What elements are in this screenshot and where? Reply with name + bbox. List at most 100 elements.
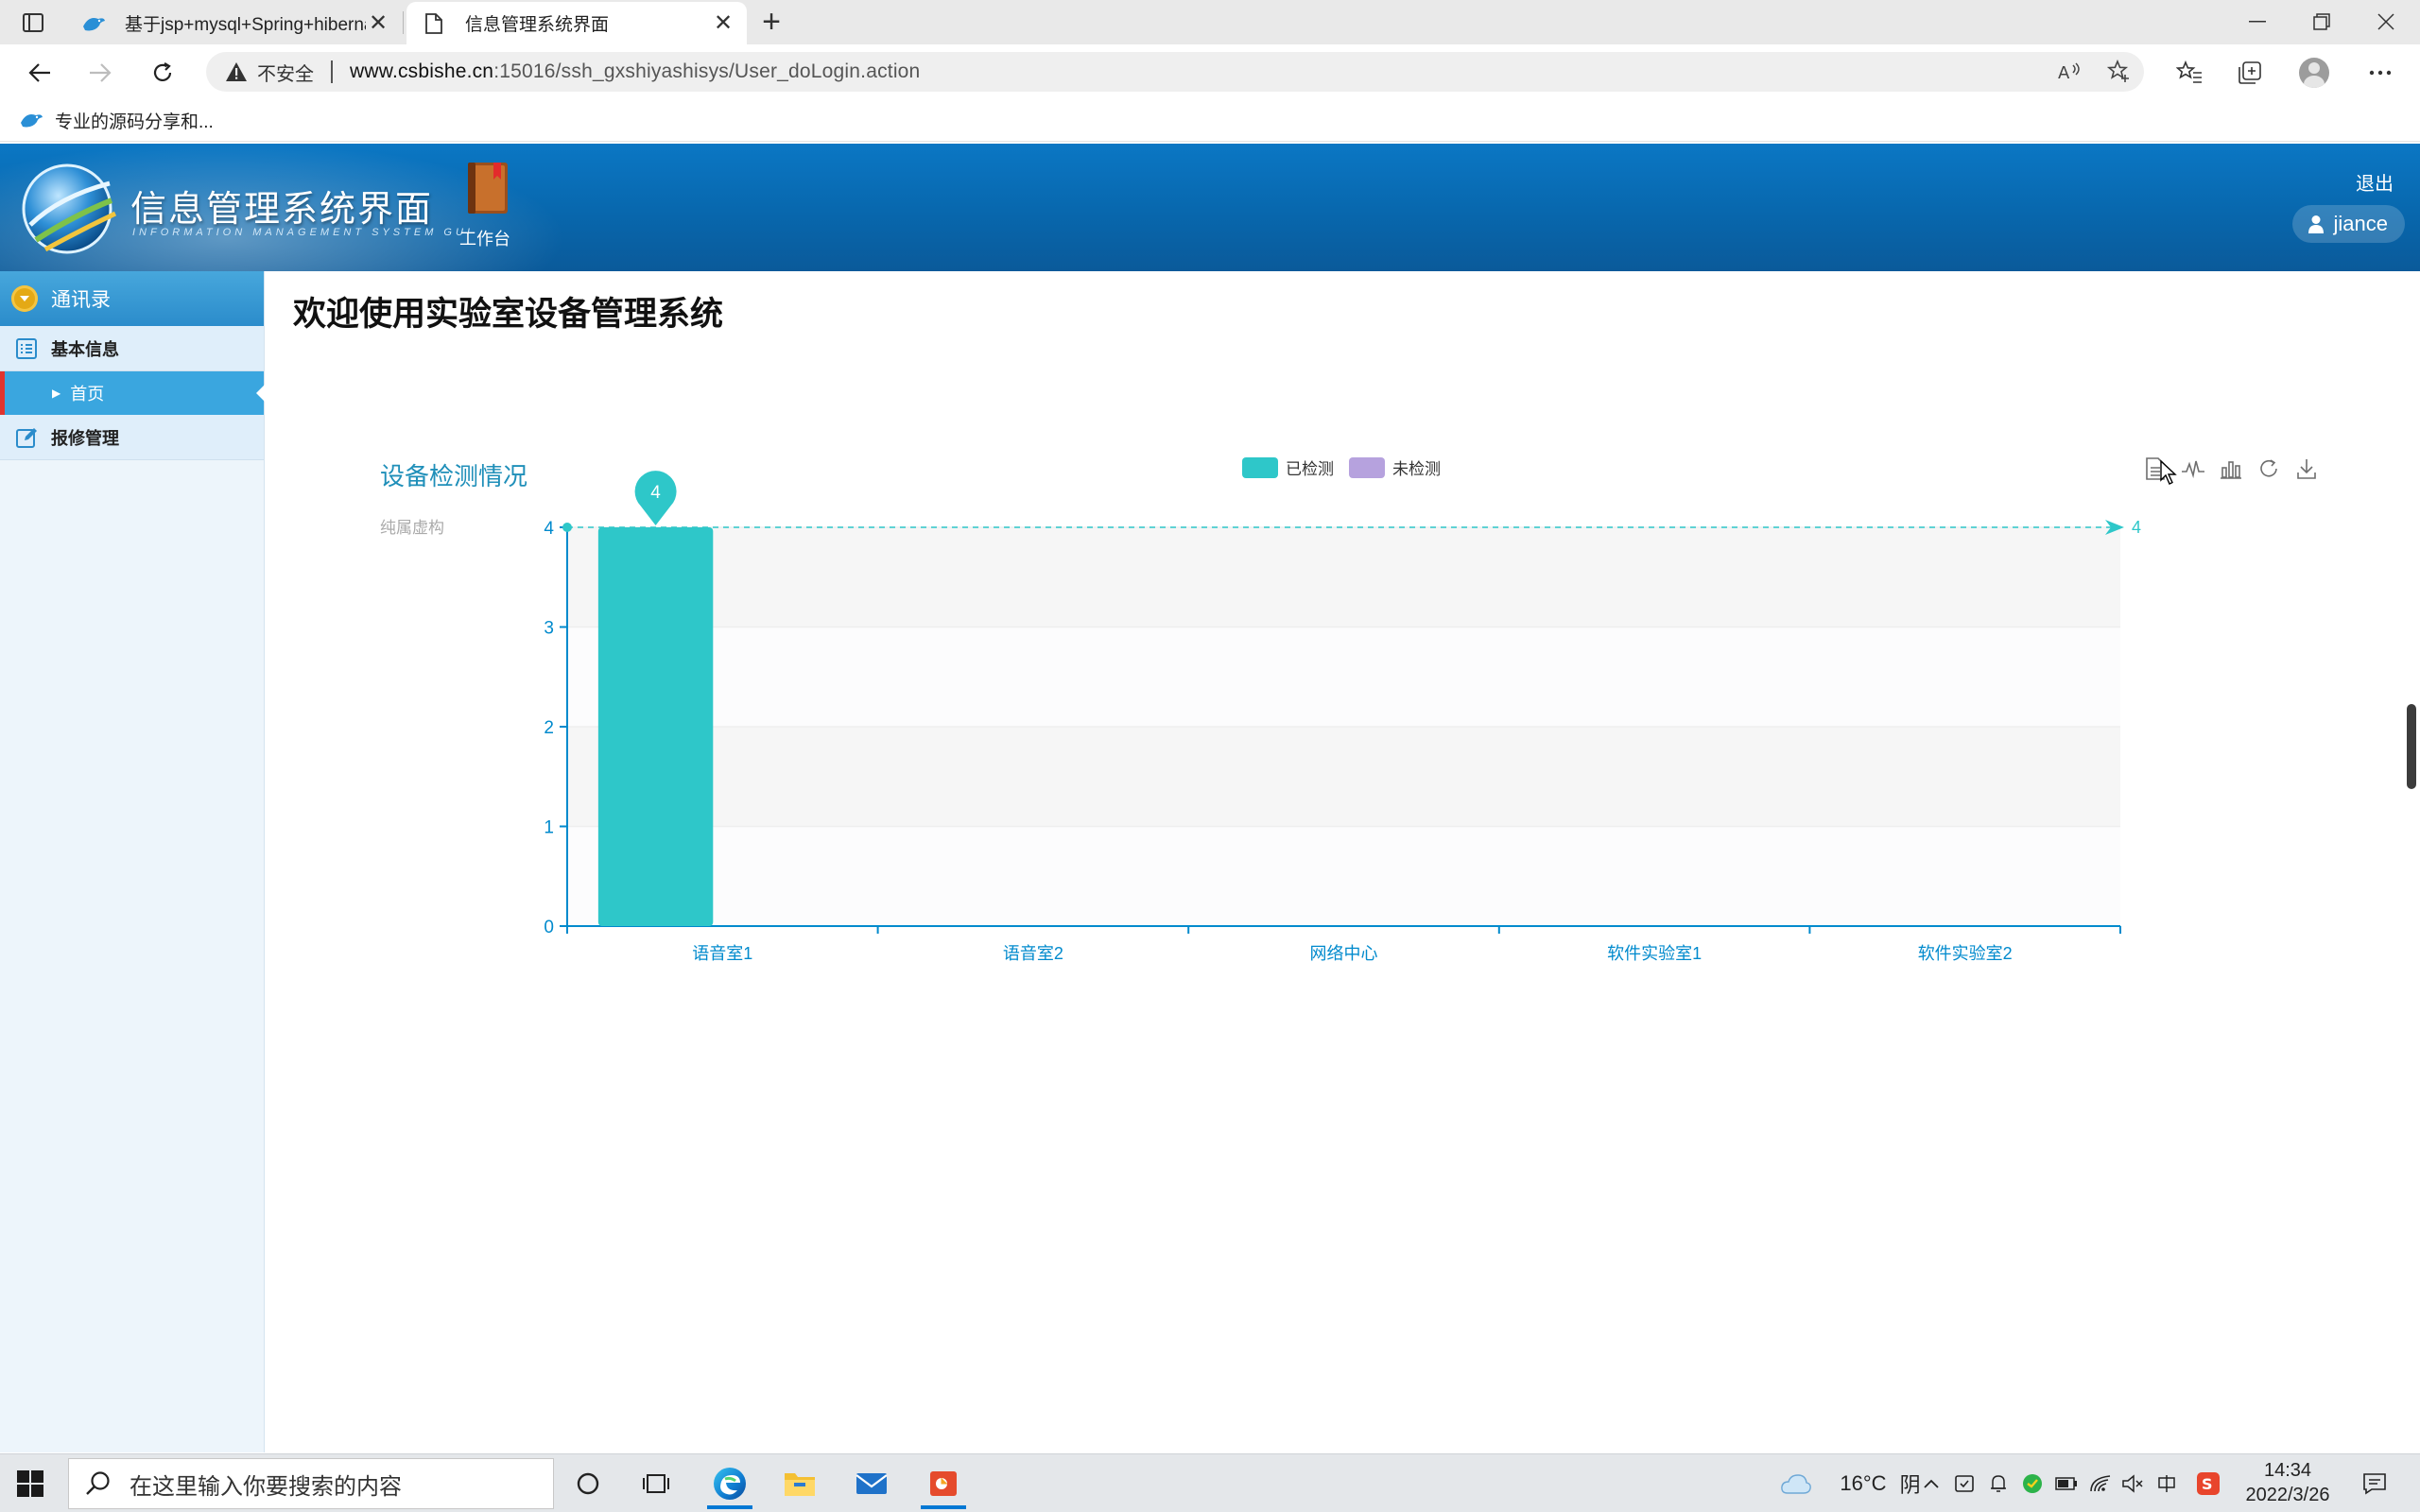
- url-path: :15016/ssh_gxshiyashisys/User_doLogin.ac…: [493, 60, 921, 82]
- mark-line-label: 4: [2132, 518, 2141, 537]
- close-tab-icon[interactable]: ✕: [366, 10, 390, 36]
- legend-item-checked[interactable]: 已检测: [1242, 455, 1334, 479]
- file-explorer-icon[interactable]: [769, 1458, 830, 1509]
- restore-chart-icon[interactable]: [2250, 452, 2288, 486]
- warning-icon[interactable]: [223, 59, 250, 85]
- browser-tab-active[interactable]: 信息管理系统界面 ✕: [406, 2, 747, 44]
- wifi-icon[interactable]: [2085, 1454, 2116, 1512]
- workbench-button[interactable]: 工作台: [459, 161, 516, 250]
- url-text[interactable]: www.csbishe.cn:15016/ssh_gxshiyashisys/U…: [350, 60, 920, 83]
- notification-bell-icon[interactable]: [1983, 1454, 2014, 1512]
- mark-line-start: [562, 523, 572, 532]
- mail-icon[interactable]: [841, 1458, 902, 1509]
- presentation-app-icon[interactable]: [913, 1458, 974, 1509]
- battery-icon[interactable]: [2051, 1454, 2082, 1512]
- more-options-icon[interactable]: [2360, 54, 2401, 92]
- grid-band: [567, 727, 2120, 827]
- page-icon: [422, 11, 446, 36]
- sidebar-group-repair[interactable]: 报修管理: [0, 415, 264, 460]
- favorites-icon[interactable]: [2169, 54, 2210, 92]
- cortana-icon[interactable]: [558, 1458, 618, 1509]
- browser-tab[interactable]: 基于jsp+mysql+Spring+hibernate ✕: [66, 2, 402, 44]
- clock-time: 14:34: [2263, 1460, 2312, 1481]
- profile-avatar[interactable]: [2293, 54, 2335, 92]
- bird-favicon-icon: [81, 11, 106, 36]
- download-icon[interactable]: [2288, 452, 2325, 486]
- security-tray-icon[interactable]: [1949, 1454, 1979, 1512]
- edge-browser-icon[interactable]: [700, 1458, 760, 1509]
- bar-chart: 0 1 2 3 4 语音室1 语音室2 网络中心 软件实验室1 软件实验室2 4 4: [544, 471, 2141, 963]
- forward-arrow-icon[interactable]: [81, 54, 119, 92]
- taskbar: 在这里输入你要搜索的内容 16°C 阴 S 14:34 2022/3/26: [0, 1453, 2420, 1512]
- browser-tab-bar: 基于jsp+mysql+Spring+hibernate ✕ 信息管理系统界面 …: [0, 0, 2420, 44]
- app-header: 信息管理系统界面 INFORMATION MANAGEMENT SYSTEM G…: [0, 144, 2420, 271]
- line-chart-icon[interactable]: [2174, 452, 2212, 486]
- close-tab-icon[interactable]: ✕: [711, 10, 735, 36]
- grid-band: [567, 527, 2120, 627]
- y-tick-label: 2: [544, 718, 554, 738]
- wechat-tray-icon[interactable]: [2017, 1454, 2048, 1512]
- weather-cloud-icon[interactable]: [1777, 1454, 1815, 1512]
- address-bar[interactable]: 不安全 www.csbishe.cn:15016/ssh_gxshiyashis…: [206, 52, 2144, 92]
- collections-icon[interactable]: [2229, 54, 2271, 92]
- address-divider: [331, 60, 333, 83]
- volume-muted-icon[interactable]: [2118, 1454, 2148, 1512]
- caret-right-icon: ▶: [52, 387, 61, 400]
- bar: [597, 527, 714, 926]
- list-icon: [16, 337, 37, 359]
- workbench-label: 工作台: [459, 230, 510, 249]
- chevron-down-icon: [11, 285, 38, 312]
- chart-legend: 已检测 未检测: [1242, 455, 1456, 479]
- url-host: www.csbishe.cn: [350, 60, 494, 82]
- globe-logo-icon: [22, 163, 117, 254]
- refresh-icon[interactable]: [144, 54, 182, 92]
- sidebar-item-home[interactable]: ▶ 首页: [0, 371, 265, 415]
- legend-item-unchecked[interactable]: 未检测: [1349, 455, 1441, 479]
- tab-title: 信息管理系统界面: [465, 15, 610, 35]
- y-tick-label: 3: [544, 619, 554, 639]
- bookmark-item[interactable]: 专业的源码分享和...: [19, 108, 214, 133]
- sogou-ime-icon[interactable]: S: [2191, 1454, 2225, 1512]
- taskbar-search-input[interactable]: 在这里输入你要搜索的内容: [68, 1458, 554, 1509]
- taskbar-clock[interactable]: 14:34 2022/3/26: [2231, 1458, 2344, 1507]
- edit-icon: [16, 427, 37, 448]
- tab-actions-icon[interactable]: [17, 9, 49, 36]
- x-tick-label: 软件实验室2: [1918, 944, 2013, 963]
- user-badge[interactable]: jiance: [2291, 205, 2405, 243]
- sidebar-header-contacts[interactable]: 通讯录: [0, 271, 264, 326]
- mark-point-label: 4: [650, 483, 661, 503]
- new-tab-button[interactable]: +: [754, 6, 788, 40]
- restore-icon[interactable]: [2290, 0, 2354, 43]
- sidebar-group-basic-info[interactable]: 基本信息: [0, 326, 264, 371]
- legend-swatch: [1349, 456, 1385, 478]
- legend-swatch: [1242, 456, 1278, 478]
- input-method-icon[interactable]: [2152, 1454, 2182, 1512]
- read-aloud-icon[interactable]: A: [2051, 52, 2089, 92]
- y-tick-label: 1: [544, 818, 554, 838]
- x-tick-label: 语音室1: [692, 944, 752, 963]
- bookmarks-bar: 专业的源码分享和...: [0, 99, 2420, 142]
- x-tick-label: 语音室2: [1003, 944, 1063, 963]
- close-window-icon[interactable]: [2354, 0, 2418, 43]
- back-arrow-icon[interactable]: [21, 54, 59, 92]
- address-bar-row: 不安全 www.csbishe.cn:15016/ssh_gxshiyashis…: [0, 44, 2420, 99]
- minimize-icon[interactable]: [2225, 0, 2290, 43]
- task-view-icon[interactable]: [626, 1458, 686, 1509]
- search-placeholder: 在这里输入你要搜索的内容: [130, 1473, 402, 1500]
- chevron-up-icon[interactable]: [1915, 1454, 1947, 1512]
- windows-start-icon[interactable]: [15, 1469, 45, 1499]
- y-tick-label: 4: [544, 519, 554, 539]
- username: jiance: [2333, 212, 2388, 235]
- svg-text:S: S: [2202, 1475, 2213, 1493]
- action-center-icon[interactable]: [2356, 1454, 2394, 1512]
- x-tick-label: 软件实验室1: [1607, 944, 1702, 963]
- sidebar-group-label: 报修管理: [51, 428, 119, 448]
- grid-band: [567, 627, 2120, 727]
- bar-chart-icon[interactable]: [2212, 452, 2250, 486]
- tab-separator: [403, 11, 404, 34]
- security-label[interactable]: 不安全: [257, 59, 314, 86]
- add-favorite-icon[interactable]: [2100, 52, 2138, 92]
- search-icon: [86, 1471, 110, 1495]
- page-scrollbar[interactable]: [2407, 704, 2416, 789]
- logout-link[interactable]: 退出: [2356, 168, 2394, 196]
